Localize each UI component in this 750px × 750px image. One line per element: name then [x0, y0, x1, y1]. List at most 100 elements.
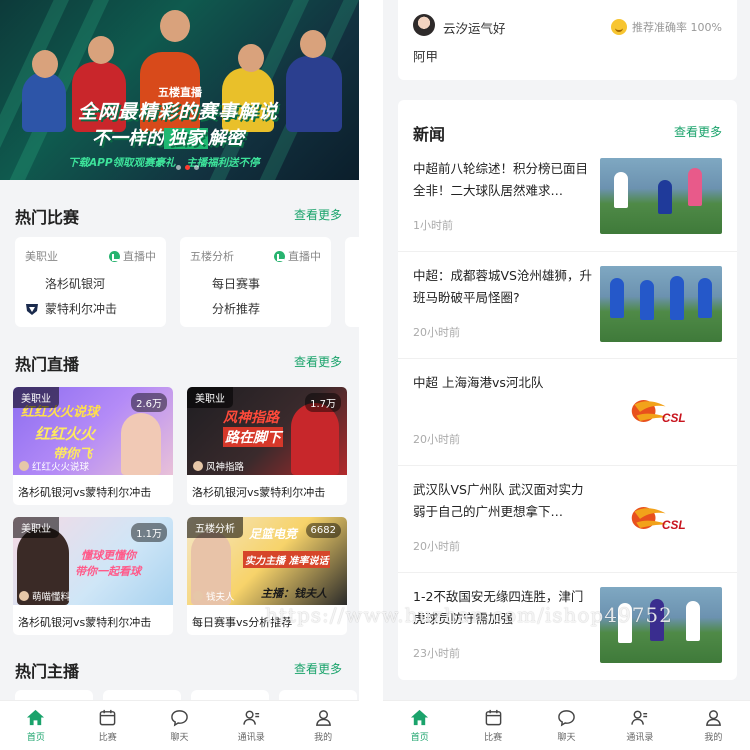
live-status-icon [274, 250, 285, 262]
hot-streamers-more-link[interactable]: 查看更多 [294, 660, 342, 677]
match-status-label: 直播中 [288, 250, 321, 263]
live-caption: 每日赛事vs分析推荐 [192, 616, 293, 629]
news-item[interactable]: 1-2不敌国安无缘四连胜，津门虎球员防守需加强 23小时前 [398, 572, 737, 679]
match-status: 直播中 [109, 248, 156, 264]
comment-user-name[interactable]: 云汐运气好 [443, 18, 506, 37]
anchor-name: 红红火火说球 [32, 462, 90, 473]
match-status: 直播中 [274, 248, 321, 264]
pager-dot-active[interactable] [185, 165, 190, 170]
csl-logo-text: CSL [662, 411, 686, 425]
chat-bubble-icon [558, 710, 575, 727]
expert-comment-card[interactable]: 云汐运气好 推荐准确率 100% 阿甲 [398, 0, 737, 80]
live-anchor: 钱夫人 [193, 589, 235, 603]
banner-slogan-line2: 不一样的 独家 解密 [92, 124, 244, 150]
banner-player-head [238, 44, 264, 72]
live-caption: 洛杉矶银河vs蒙特利尔冲击 [192, 486, 326, 499]
news-item[interactable]: 中超前八轮综述！积分榜已面目全非！二大球队居然难求… 1小时前 [398, 145, 737, 252]
match-status-label: 直播中 [123, 250, 156, 263]
player-figure [670, 276, 684, 320]
news-time: 23小时前 [413, 647, 460, 660]
hot-matches-more-link[interactable]: 查看更多 [294, 206, 342, 223]
banner-player [22, 72, 66, 132]
live-anchor: 萌喵懂料 [19, 589, 70, 603]
tab-label: 我的 [704, 733, 723, 743]
live-view-count: 2.6万 [131, 393, 167, 412]
bottom-tab-bar: 首页 比赛 聊天 通讯录 我的 [383, 700, 750, 750]
news-thumbnail [600, 587, 722, 663]
tab-contacts[interactable]: 通讯录 [215, 701, 287, 750]
live-card[interactable]: 风神指路 路在脚下 美职业 1.7万 风神指路 洛杉矶银河vs蒙特利尔冲击 [187, 387, 347, 505]
tab-label: 首页 [410, 733, 429, 743]
accuracy-text: 推荐准确率 100% [632, 21, 722, 34]
match-team-home: 每日赛事 [212, 275, 260, 292]
tab-profile[interactable]: 我的 [677, 701, 750, 750]
match-card[interactable]: 五楼分析 直播中 每日赛事 分析推荐 [180, 237, 331, 327]
live-anchor: 风神指路 [193, 459, 244, 473]
live-view-count: 1.1万 [131, 523, 167, 542]
live-view-count: 6682 [305, 523, 341, 538]
live-status-icon [109, 250, 120, 262]
news-headline: 武汉队VS广州队 武汉面对实力弱于自己的广州更想拿下… [413, 482, 584, 519]
hot-matches-title: 热门比赛 [15, 208, 80, 227]
news-more-link[interactable]: 查看更多 [674, 123, 722, 140]
news-thumbnail [600, 158, 722, 234]
banner-player-head [300, 30, 326, 58]
hot-live-title: 热门直播 [15, 355, 80, 374]
banner-player [286, 56, 342, 132]
news-item[interactable]: 中超 上海海港vs河北队 20小时前 CSL [398, 358, 737, 465]
tab-label: 通讯录 [626, 733, 654, 743]
news-headline: 中超前八轮综述！积分榜已面目全非！二大球队居然难求… [413, 161, 589, 198]
tab-matches[interactable]: 比赛 [456, 701, 529, 750]
csl-logo-image: CSL [600, 373, 722, 449]
tab-label: 通讯录 [237, 733, 265, 743]
news-headline: 中超：成都蓉城VS沧州雄狮，升班马盼破平局怪圈? [413, 268, 592, 305]
player-figure [688, 168, 702, 206]
match-team-away: 蒙特利尔冲击 [25, 300, 117, 317]
live-card[interactable]: 足篮电竞 实力主播 准率说话 主播：钱夫人 五楼分析 6682 钱夫人 每日赛事… [187, 517, 347, 635]
anchor-name: 风神指路 [206, 462, 245, 473]
tab-profile[interactable]: 我的 [287, 701, 359, 750]
tab-label: 我的 [314, 733, 333, 743]
tab-contacts[interactable]: 通讯录 [603, 701, 676, 750]
news-thumbnail [600, 266, 722, 342]
user-icon [315, 710, 331, 726]
match-card-partial[interactable] [345, 237, 359, 327]
player-figure [291, 403, 339, 475]
pager-dot[interactable] [194, 165, 199, 170]
thumb-text: 红红火火 [35, 425, 96, 443]
promo-banner[interactable]: 五楼直播 全网最精彩的赛事解说 不一样的 独家 解密 下载APP领取观赛豪礼 主播福… [0, 0, 359, 180]
thumb-text: 实力主播 准率说话 [243, 551, 331, 568]
live-card[interactable]: 懂球更懂你 带你一起看球 美职业 1.1万 萌喵懂料 洛杉矶银河vs蒙特利尔冲击 [13, 517, 173, 635]
hot-live-more-link[interactable]: 查看更多 [294, 353, 342, 370]
player-figure [614, 172, 628, 208]
tab-chat[interactable]: 聊天 [530, 701, 603, 750]
player-figure [650, 599, 664, 641]
team-name: 分析推荐 [212, 302, 261, 316]
live-anchor: 红红火火说球 [19, 459, 89, 473]
calendar-icon [99, 709, 116, 726]
pager-dot[interactable] [176, 165, 181, 170]
tab-home[interactable]: 首页 [383, 701, 456, 750]
banner-player-head [88, 36, 114, 64]
anchor-avatar [19, 591, 29, 601]
hot-streamers-title: 热门主播 [15, 662, 80, 681]
tab-label: 比赛 [484, 733, 503, 743]
banner-subtext: 下载APP领取观赛豪礼 主播福利送不停 [68, 157, 260, 169]
smile-icon [611, 19, 628, 35]
player-figure [658, 180, 672, 214]
avatar[interactable] [413, 14, 435, 36]
tab-chat[interactable]: 聊天 [144, 701, 216, 750]
live-card[interactable]: 红红火火说球 红红火火 带你飞 美职业 2.6万 红红火火说球 洛杉矶银河vs蒙… [13, 387, 173, 505]
tab-matches[interactable]: 比赛 [72, 701, 144, 750]
news-item[interactable]: 中超：成都蓉城VS沧州雄狮，升班马盼破平局怪圈? 20小时前 [398, 251, 737, 358]
left-screen: 五楼直播 全网最精彩的赛事解说 不一样的 独家 解密 下载APP领取观赛豪礼 主播福… [0, 0, 359, 750]
match-card[interactable]: 美职业 直播中 洛杉矶银河 蒙特利尔冲击 [15, 237, 166, 327]
news-section: 新闻 查看更多 中超前八轮综述！积分榜已面目全非！二大球队居然难求… 1小时前 … [398, 100, 737, 680]
news-time: 20小时前 [413, 540, 460, 553]
tab-home[interactable]: 首页 [0, 701, 72, 750]
match-team-home: 洛杉矶银河 [25, 275, 105, 292]
news-headline: 1-2不敌国安无缘四连胜，津门虎球员防守需加强 [413, 589, 584, 626]
news-item[interactable]: 武汉队VS广州队 武汉面对实力弱于自己的广州更想拿下… 20小时前 CSL [398, 465, 737, 572]
anchor-avatar [193, 461, 203, 471]
banner-pager-dots[interactable] [176, 165, 199, 170]
